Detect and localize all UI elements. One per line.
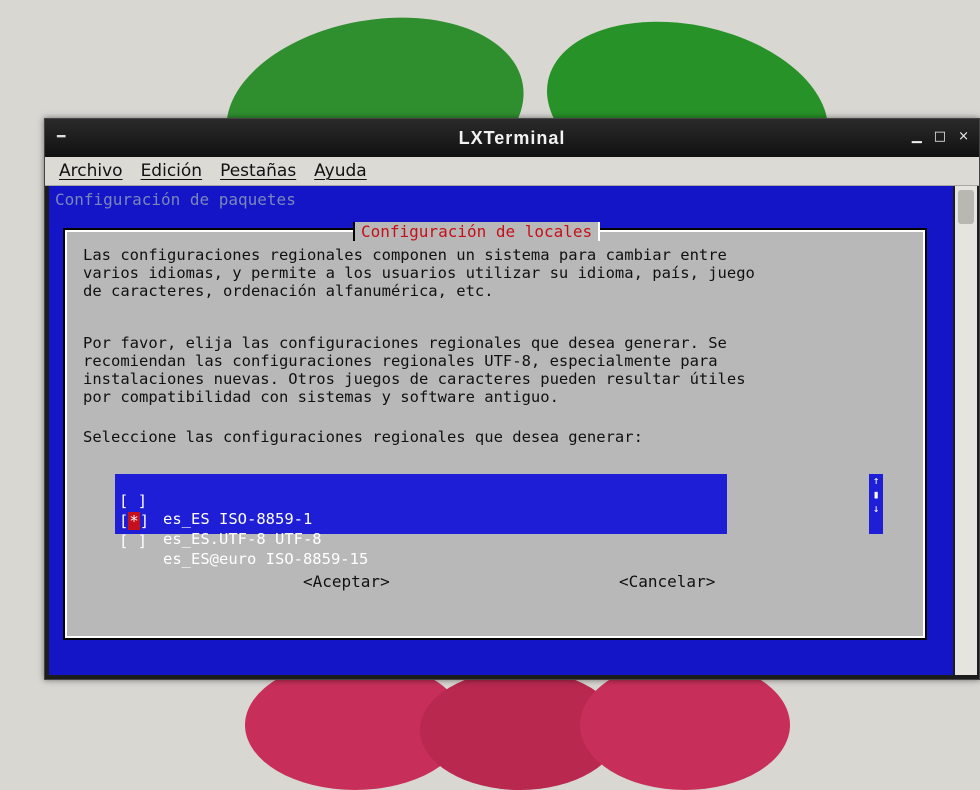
- close-icon[interactable]: ×: [958, 129, 969, 144]
- locale-option[interactable]: [ ] es_ES ISO-8859-1: [115, 474, 727, 528]
- scroll-up-icon[interactable]: ↑: [869, 474, 883, 488]
- locale-checkbox[interactable]: [ ]: [119, 532, 153, 550]
- scroll-down-icon[interactable]: ↓: [869, 502, 883, 516]
- terminal-area[interactable]: Configuración de paquetes Configuración …: [49, 186, 953, 675]
- locale-label: es_ES@euro ISO-8859-15: [163, 550, 369, 568]
- menu-pestanas[interactable]: Pestañas: [220, 161, 296, 181]
- lxterminal-window: ━ LXTerminal ▁ □ × Archivo Edición Pesta…: [44, 118, 980, 680]
- menu-bar: Archivo Edición Pestañas Ayuda: [45, 157, 979, 186]
- list-scrollbar[interactable]: ↑ ▮ ↓: [869, 474, 883, 534]
- locale-option[interactable]: [ ] es_ES@euro ISO-8859-15: [115, 514, 727, 568]
- accept-button[interactable]: <Aceptar>: [303, 572, 390, 591]
- menu-edicion[interactable]: Edición: [141, 161, 203, 181]
- minimize-icon[interactable]: ▁: [912, 129, 922, 144]
- cancel-button[interactable]: <Cancelar>: [619, 572, 715, 591]
- scrollbar-thumb[interactable]: [958, 190, 974, 224]
- locale-option[interactable]: [*] es_ES.UTF-8 UTF-8: [115, 494, 727, 548]
- package-config-header: Configuración de paquetes: [55, 190, 296, 209]
- dialog-title: Configuración de locales: [353, 222, 601, 241]
- window-controls: ▁ □ ×: [912, 129, 969, 144]
- menu-archivo[interactable]: Archivo: [59, 161, 123, 181]
- dialog-paragraph-1: Las configuraciones regionales componen …: [83, 246, 755, 300]
- title-bar[interactable]: ━ LXTerminal ▁ □ ×: [45, 119, 979, 157]
- terminal-scrollbar[interactable]: [955, 186, 977, 675]
- maximize-icon[interactable]: □: [934, 129, 946, 144]
- locales-dialog: Configuración de locales Las configuraci…: [63, 222, 927, 640]
- dialog-paragraph-2: Por favor, elija las configuraciones reg…: [83, 334, 746, 406]
- menu-ayuda[interactable]: Ayuda: [314, 161, 367, 181]
- dialog-prompt: Seleccione las configuraciones regionale…: [83, 428, 643, 446]
- locale-list: [ ] es_ES ISO-8859-1 [*] es_ES.UTF-8 UTF…: [115, 474, 727, 568]
- window-title: LXTerminal: [458, 128, 566, 148]
- scroll-thumb-icon[interactable]: ▮: [869, 488, 883, 502]
